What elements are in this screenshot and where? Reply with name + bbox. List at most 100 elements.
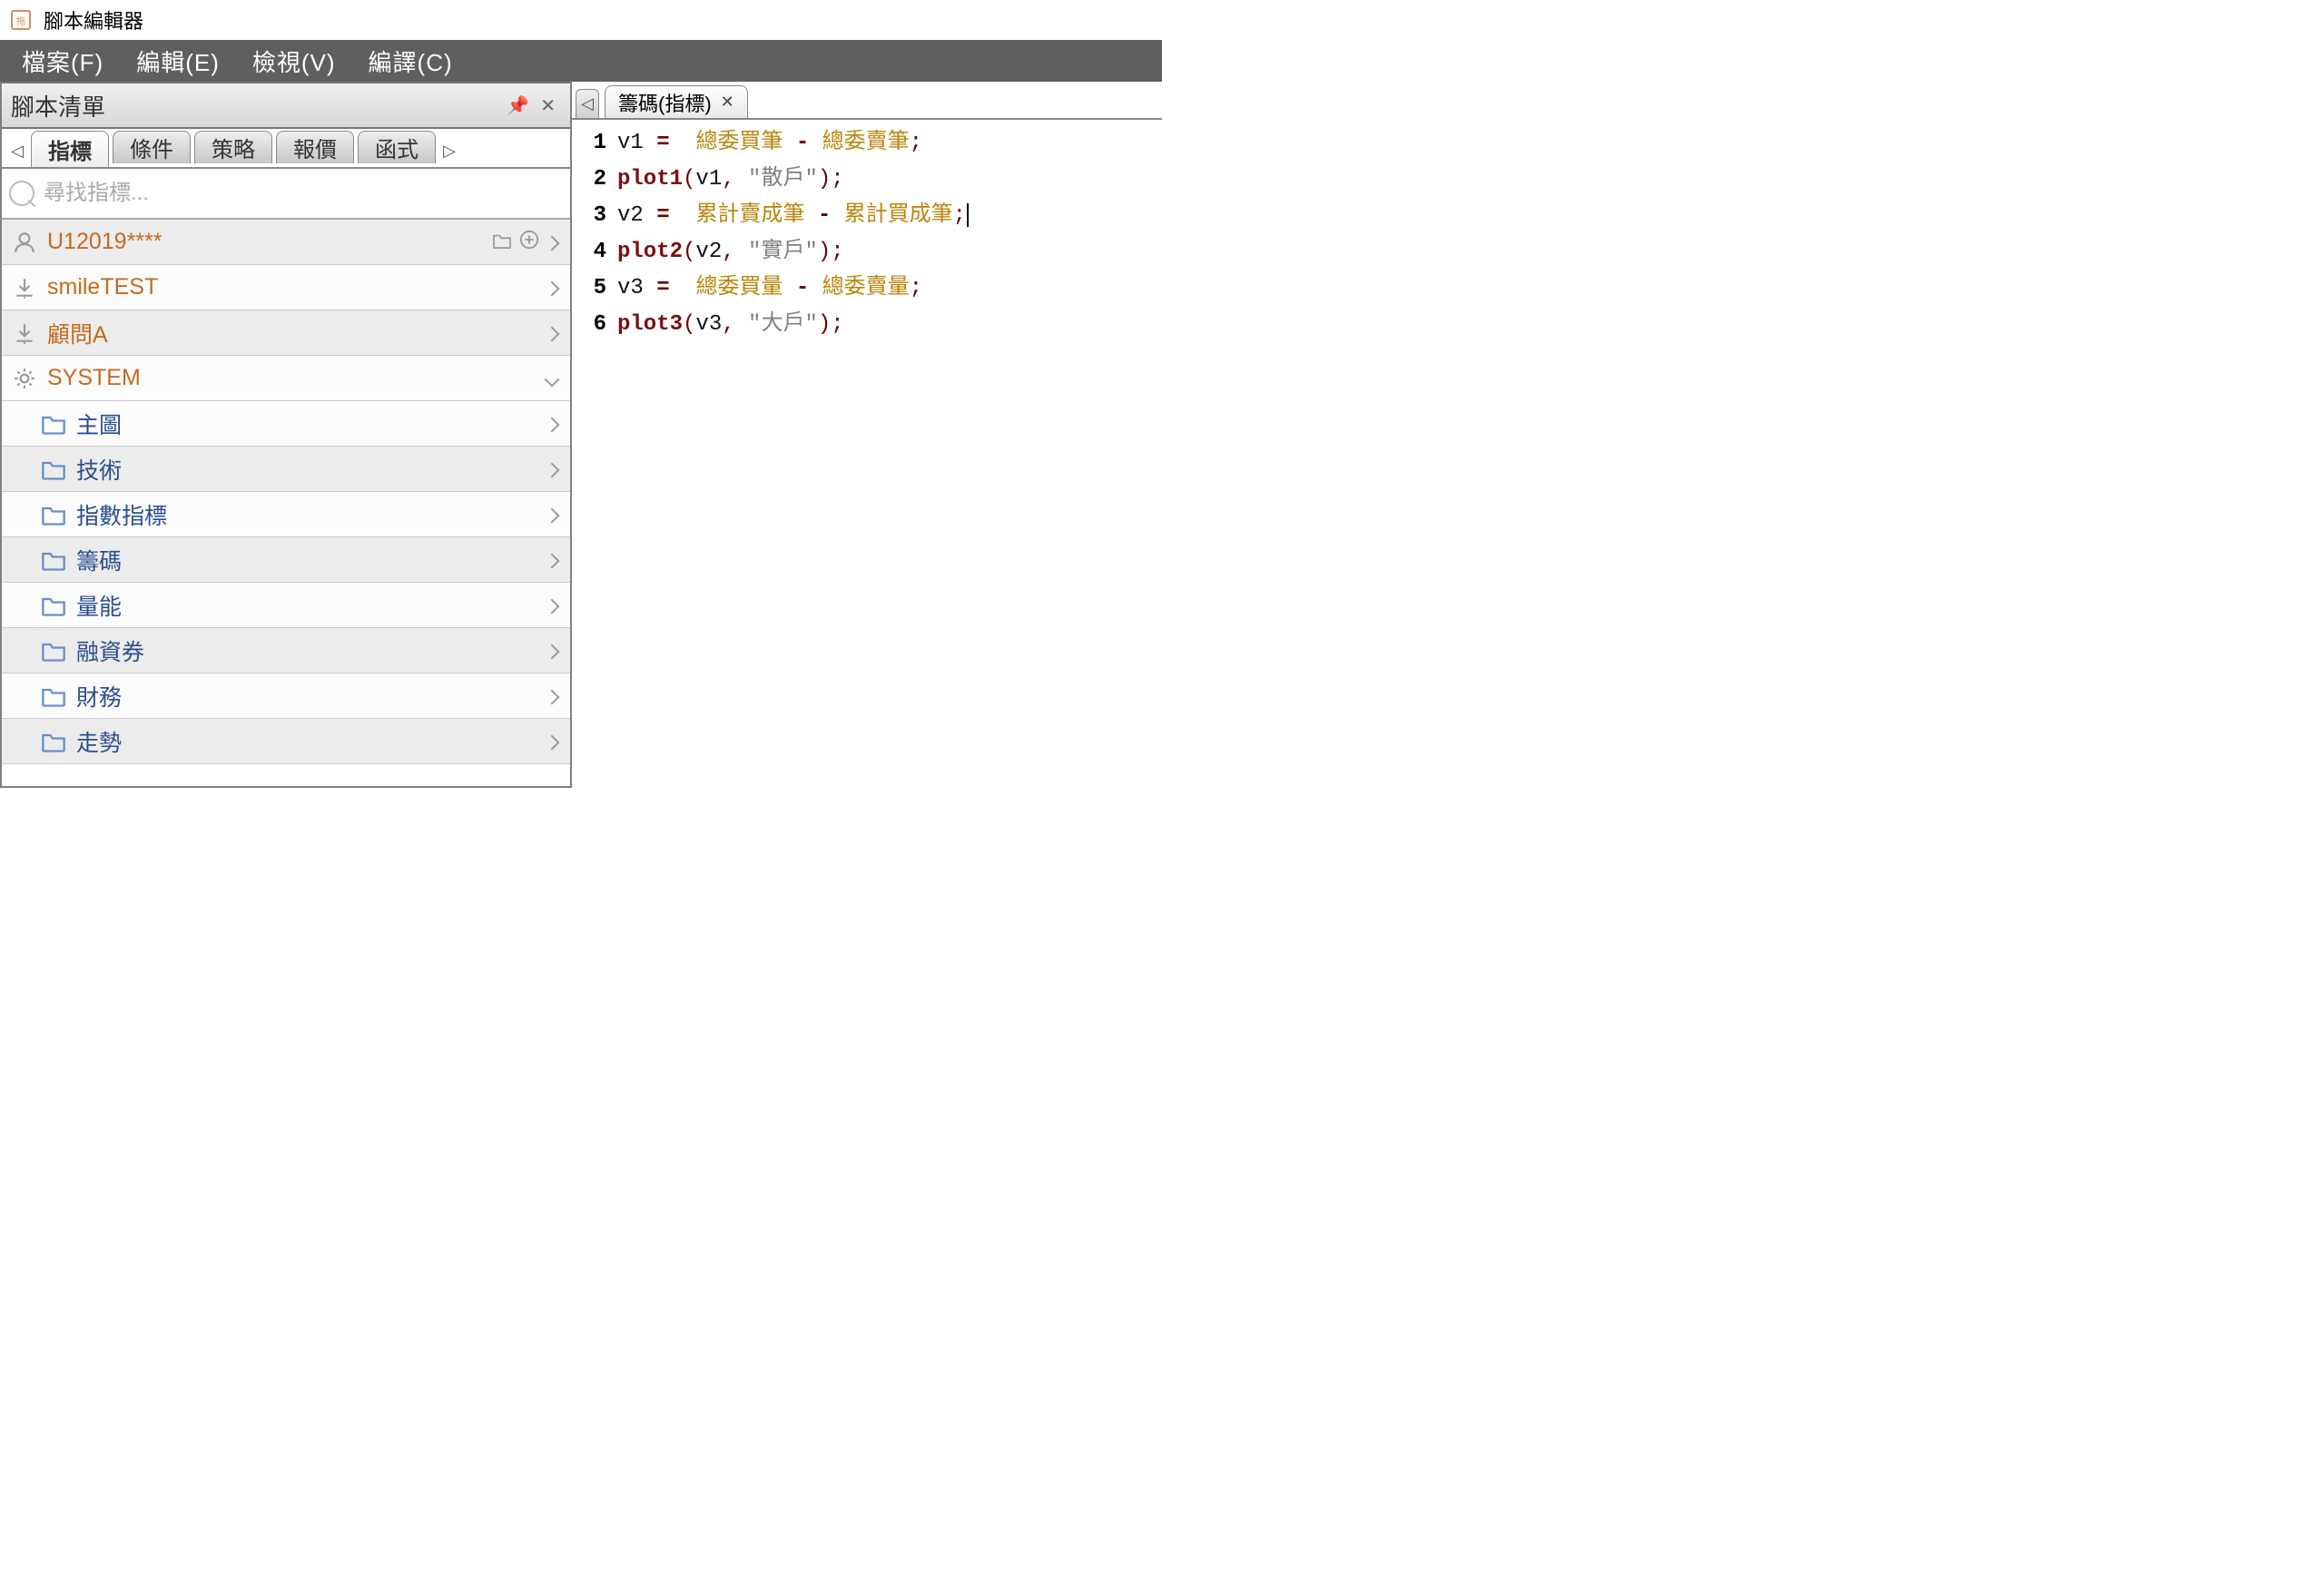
close-icon[interactable]: ✕	[535, 94, 561, 117]
main-split: 腳本清單 📌 ✕ ◁ 指標條件策略報價函式 ▷ U12019****smileT…	[0, 82, 1162, 788]
token-punc: (	[683, 240, 695, 264]
token-var	[783, 131, 795, 155]
menu-item[interactable]: 檢視(V)	[236, 40, 352, 82]
tree-folder-label: 主圖	[76, 408, 543, 440]
code-line[interactable]: v3 = 總委買量 - 總委賣量;	[617, 270, 1162, 307]
folder-icon	[38, 413, 69, 435]
token-var	[670, 131, 696, 155]
token-var	[735, 167, 748, 192]
token-var: v1	[617, 131, 656, 155]
tree-group[interactable]: 顧問A	[2, 310, 570, 356]
script-editor-window: 拖 腳本編輯器 檔案(F)編輯(E)檢視(V)編譯(C) 腳本清單 📌 ✕ ◁ …	[0, 0, 1162, 788]
token-var	[670, 203, 696, 228]
token-punc: ;	[831, 167, 843, 192]
line-number: 3	[572, 198, 606, 234]
code-area[interactable]: v1 = 總委買筆 - 總委賣筆;plot1(v1, "散戶");v2 = 累計…	[617, 125, 1162, 343]
tree-folder[interactable]: 財務	[2, 674, 570, 719]
code-line[interactable]: v1 = 總委買筆 - 總委賣筆;	[617, 125, 1162, 162]
token-punc: )	[818, 312, 831, 337]
token-var	[670, 276, 696, 300]
token-kw: plot2	[617, 240, 683, 264]
category-tab[interactable]: 報價	[276, 131, 354, 163]
token-punc: ;	[910, 276, 922, 300]
folder-icon	[38, 549, 69, 571]
tree-folder-label: 走勢	[76, 725, 543, 758]
category-tab[interactable]: 條件	[113, 131, 191, 163]
code-line[interactable]: v2 = 累計賣成筆 - 累計買成筆;	[617, 198, 1162, 234]
pin-icon[interactable]: 📌	[501, 94, 535, 117]
add-icon[interactable]	[516, 230, 543, 255]
token-var	[809, 131, 822, 155]
tree-group-label: U12019****	[47, 229, 488, 255]
tree-folder[interactable]: 量能	[2, 583, 570, 628]
chevron-right-icon	[543, 276, 561, 300]
script-tree: U12019**** smileTEST 顧問A SYSTEM 主圖技術指數指標籌碼量…	[2, 220, 570, 786]
tree-group-label: 顧問A	[47, 317, 543, 349]
chevron-right-icon	[543, 412, 561, 436]
tree-folder[interactable]: 指數指標	[2, 492, 570, 537]
code-line[interactable]: plot1(v1, "散戶");	[617, 162, 1162, 198]
category-tabs: ◁ 指標條件策略報價函式 ▷	[2, 129, 570, 169]
tree-folder[interactable]: 走勢	[2, 719, 570, 764]
tree-group-label: smileTEST	[47, 274, 543, 300]
token-op: =	[656, 276, 669, 300]
download-icon	[9, 276, 40, 300]
search-input[interactable]	[38, 175, 563, 211]
editor-tab[interactable]: 籌碼(指標) ✕	[605, 85, 748, 118]
tree-folder-label: 指數指標	[76, 498, 543, 531]
tree-folder[interactable]: 主圖	[2, 401, 570, 447]
gear-icon	[9, 367, 40, 390]
token-op: =	[656, 131, 669, 155]
code-line[interactable]: plot2(v2, "實戶");	[617, 234, 1162, 270]
chevron-right-icon	[543, 321, 561, 345]
tree-group-label: SYSTEM	[47, 365, 543, 391]
tree-folder[interactable]: 技術	[2, 447, 570, 492]
text-cursor	[967, 203, 969, 227]
line-number: 5	[572, 270, 606, 307]
token-var	[735, 240, 748, 264]
token-op: -	[818, 203, 831, 228]
token-var: v2	[617, 203, 656, 228]
category-tab[interactable]: 指標	[31, 131, 109, 167]
editor-panel: ◁ 籌碼(指標) ✕ 123456 v1 = 總委買筆 - 總委賣筆;plot1…	[572, 82, 1162, 788]
chevron-right-icon	[543, 503, 561, 526]
code-editor[interactable]: 123456 v1 = 總委買筆 - 總委賣筆;plot1(v1, "散戶");…	[572, 120, 1162, 343]
editor-tab-label: 籌碼(指標)	[618, 88, 712, 117]
token-punc: ,	[722, 240, 734, 264]
token-punc: ,	[722, 167, 734, 192]
tree-group[interactable]: U12019****	[2, 220, 570, 265]
editor-tabs-scroll-left-icon[interactable]: ◁	[576, 89, 599, 118]
editor-tabs: ◁ 籌碼(指標) ✕	[572, 82, 1162, 120]
new-folder-icon[interactable]	[488, 231, 516, 254]
token-var: v3	[695, 312, 722, 337]
chevron-right-icon	[543, 548, 561, 572]
menu-item[interactable]: 檔案(F)	[5, 40, 120, 82]
token-kw: plot1	[617, 167, 683, 192]
tree-group[interactable]: smileTEST	[2, 265, 570, 310]
token-var: v2	[695, 240, 722, 264]
token-op: -	[796, 131, 809, 155]
token-punc: ;	[831, 312, 843, 337]
tabs-scroll-left-icon[interactable]: ◁	[5, 135, 29, 167]
editor-tab-close-icon[interactable]: ✕	[721, 93, 734, 112]
tree-folder[interactable]: 融資券	[2, 628, 570, 674]
token-punc: )	[818, 167, 831, 192]
line-number: 2	[572, 162, 606, 198]
tree-group[interactable]: SYSTEM	[2, 356, 570, 401]
tree-folder[interactable]: 籌碼	[2, 537, 570, 583]
token-var	[809, 276, 822, 300]
token-str: "實戶"	[748, 240, 818, 264]
category-tab[interactable]: 函式	[358, 131, 436, 163]
token-punc: (	[683, 167, 695, 192]
menu-item[interactable]: 編輯(E)	[120, 40, 236, 82]
chevron-right-icon	[543, 684, 561, 708]
category-tab[interactable]: 策略	[194, 131, 272, 163]
token-punc: ;	[831, 240, 843, 264]
token-ident: 累計賣成筆	[695, 203, 804, 228]
folder-icon	[38, 504, 69, 526]
tabs-scroll-right-icon[interactable]: ▷	[438, 135, 461, 167]
token-str: "大戶"	[748, 312, 818, 337]
line-gutter: 123456	[572, 125, 617, 343]
menu-item[interactable]: 編譯(C)	[352, 40, 469, 82]
code-line[interactable]: plot3(v3, "大戶");	[617, 307, 1162, 343]
